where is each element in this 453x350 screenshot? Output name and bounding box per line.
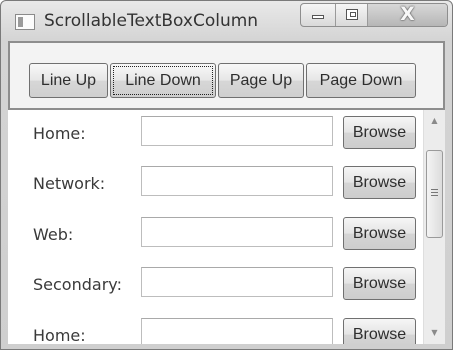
line-down-button[interactable]: Line Down <box>110 63 216 98</box>
maximize-icon <box>346 9 358 20</box>
browse-button[interactable]: Browse <box>343 166 416 199</box>
path-input[interactable] <box>141 267 333 297</box>
row-label: Home: <box>33 326 86 344</box>
app-window-icon[interactable] <box>15 14 35 30</box>
path-input[interactable] <box>141 217 333 247</box>
title-bar[interactable]: ScrollableTextBoxColumn X <box>1 1 452 41</box>
window: ScrollableTextBoxColumn X Line Up Line D… <box>0 0 453 350</box>
path-row: Web: Browse <box>8 217 423 257</box>
scroll-down-arrow-icon[interactable]: ▼ <box>424 322 445 344</box>
close-button[interactable]: X <box>368 4 447 26</box>
row-label: Web: <box>33 225 74 244</box>
close-icon: X <box>400 3 415 25</box>
browse-button[interactable]: Browse <box>343 217 416 250</box>
scroll-viewer[interactable]: Home: Browse Network: Browse Web: Browse… <box>8 110 445 344</box>
path-row: Secondary: Browse <box>8 267 423 307</box>
client-area: Line Up Line Down Page Up Page Down Home… <box>8 41 445 344</box>
path-row: Home: Browse <box>8 318 423 344</box>
path-row: Network: Browse <box>8 166 423 206</box>
row-label: Home: <box>33 124 86 143</box>
browse-button[interactable]: Browse <box>343 116 416 149</box>
maximize-button[interactable] <box>336 4 368 26</box>
path-input[interactable] <box>141 166 333 196</box>
scrollbar-thumb[interactable] <box>426 150 443 238</box>
browse-button[interactable]: Browse <box>343 318 416 344</box>
scroll-toolbar: Line Up Line Down Page Up Page Down <box>8 41 445 110</box>
browse-button[interactable]: Browse <box>343 267 416 300</box>
path-input[interactable] <box>141 318 333 344</box>
vertical-scrollbar[interactable]: ▲ ▼ <box>423 110 445 344</box>
window-controls: X <box>300 3 448 27</box>
line-up-button[interactable]: Line Up <box>29 63 108 98</box>
page-up-button[interactable]: Page Up <box>218 63 304 98</box>
page-down-button[interactable]: Page Down <box>306 63 416 98</box>
grip-line <box>431 192 438 193</box>
path-row: Home: Browse <box>8 116 423 156</box>
grip-line <box>431 189 438 190</box>
row-label: Network: <box>33 174 106 193</box>
row-label: Secondary: <box>33 275 122 294</box>
scroll-up-arrow-icon[interactable]: ▲ <box>424 110 445 132</box>
grip-line <box>431 195 438 196</box>
minimize-icon <box>312 15 324 19</box>
minimize-button[interactable] <box>301 4 336 26</box>
path-input[interactable] <box>141 116 333 146</box>
window-title: ScrollableTextBoxColumn <box>44 11 259 31</box>
